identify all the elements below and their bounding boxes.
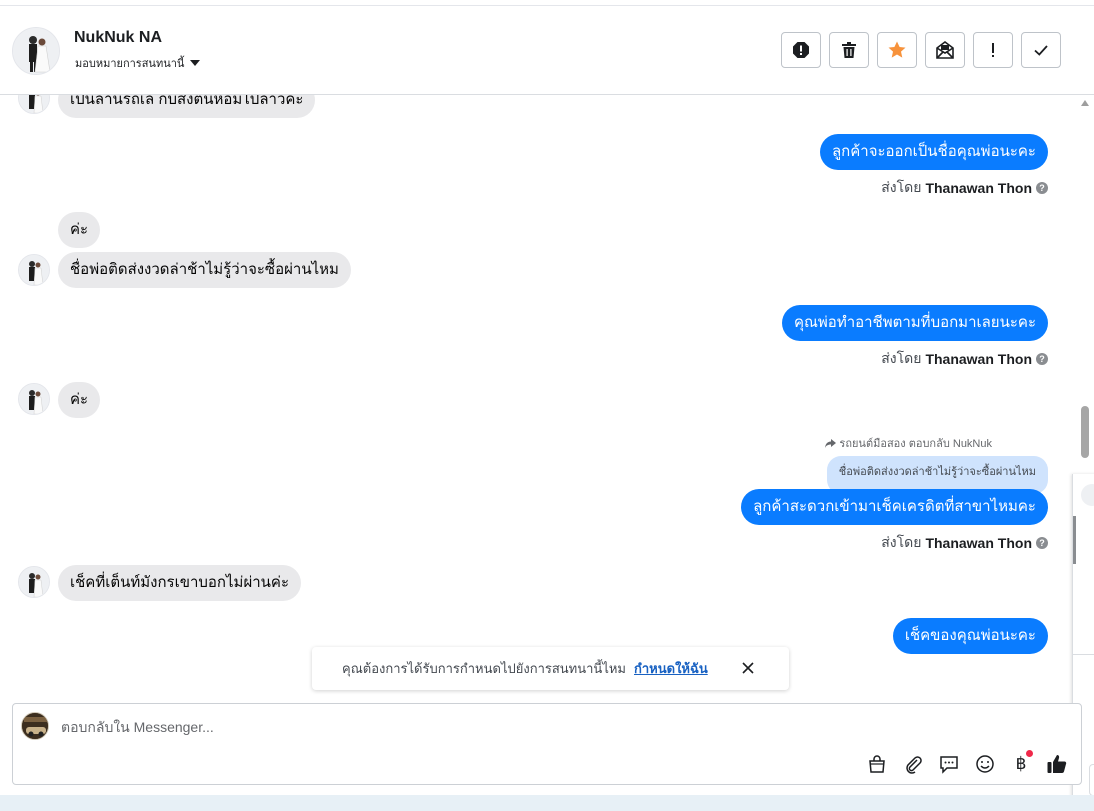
message-composer: ฿ [12, 703, 1082, 785]
star-icon [888, 41, 906, 58]
help-icon[interactable]: ? [1036, 182, 1048, 194]
message-bubble-outgoing[interactable]: ลูกค้าสะดวกเข้ามาเช็คเครดิตที่สาขาไหมคะ [741, 489, 1048, 525]
side-panel-divider [1073, 654, 1094, 655]
sent-by-label: ส่งโดย Thanawan Thon ? [881, 348, 1048, 370]
reply-meta-text: รถยนต์มือสอง ตอบกลับ NukNuk [839, 438, 992, 450]
mark-unread-button[interactable] [925, 32, 965, 68]
side-panel-avatar [1081, 484, 1094, 506]
shopping-bag-icon [869, 755, 885, 773]
scroll-up-arrow-icon[interactable] [1081, 100, 1089, 106]
message-bubble-incoming[interactable]: ค่ะ [58, 212, 101, 248]
contact-name[interactable]: NukNuk NA [74, 29, 162, 47]
help-icon[interactable]: ? [1036, 353, 1048, 365]
star-button[interactable] [877, 32, 917, 68]
baht-payment-icon: ฿ [1015, 754, 1027, 774]
caret-down-icon [190, 60, 201, 66]
follow-up-button[interactable] [973, 32, 1013, 68]
message-bubble-outgoing[interactable]: เช็คของคุณพ่อนะคะ [892, 618, 1048, 654]
mail-open-icon [936, 41, 954, 59]
reply-arrow-icon [825, 438, 837, 448]
alert-octagon-icon [793, 42, 809, 58]
spam-button[interactable] [781, 32, 821, 68]
composer-tools: ฿ [865, 750, 1069, 776]
side-panel-box[interactable] [1089, 764, 1094, 796]
sent-by-name: Thanawan Thon [925, 180, 1032, 196]
assign-to-me-link[interactable]: กำหนดให้ฉัน [634, 658, 708, 679]
assign-label: มอบหมายการสนทนานี้ [75, 58, 185, 70]
exclamation-icon [992, 43, 994, 57]
attach-button[interactable] [901, 752, 925, 776]
side-panel-scrollbar[interactable] [1073, 516, 1076, 564]
delete-button[interactable] [829, 32, 869, 68]
emoji-button[interactable] [973, 752, 997, 776]
customer-avatar [18, 254, 50, 286]
shop-button[interactable] [865, 752, 889, 776]
saved-reply-icon [940, 756, 958, 774]
page-avatar [21, 712, 49, 740]
paperclip-icon [906, 756, 922, 774]
message-bubble-incoming[interactable]: ค่ะ [58, 382, 101, 418]
message-bubble-incoming[interactable]: ชื่อพ่อติดส่งงวดล่าช้าไม่รู้ว่าจะซื้อผ่า… [58, 252, 351, 288]
sent-by-prefix: ส่งโดย [881, 179, 922, 195]
help-icon[interactable]: ? [1036, 537, 1048, 549]
sent-by-name: Thanawan Thon [925, 351, 1032, 367]
emoji-icon [976, 755, 994, 773]
bottom-strip [0, 795, 1094, 811]
message-bubble-outgoing[interactable]: คุณพ่อทำอาชีพตามที่บอกมาเลยนะคะ [781, 305, 1048, 341]
check-icon [1034, 45, 1048, 56]
contact-avatar[interactable] [12, 27, 60, 75]
assign-prompt-text: คุณต้องการได้รับการกำหนดไปยังการสนทนานี้… [342, 661, 626, 676]
message-thread[interactable]: เป็นลานรถเล กับสังตนหอมไปลาวคะ ลูกค้าจะอ… [0, 95, 1078, 655]
customer-avatar [18, 383, 50, 415]
message-bubble-incoming[interactable]: เป็นลานรถเล กับสังตนหอมไปลาวคะ [58, 95, 316, 118]
payment-button[interactable]: ฿ [1009, 750, 1033, 776]
message-bubble-outgoing[interactable]: ลูกค้าจะออกเป็นชื่อคุณพ่อนะคะ [819, 134, 1048, 170]
like-button[interactable] [1045, 752, 1069, 776]
conversation-header: NukNuk NA มอบหมายการสนทนานี้ [0, 6, 1094, 95]
assign-prompt-toast: คุณต้องการได้รับการกำหนดไปยังการสนทนานี้… [312, 647, 789, 690]
message-bubble-incoming[interactable]: เช็คที่เต็นท์มังกรเขาบอกไม่ผ่านค่ะ [58, 565, 301, 601]
thumbs-up-icon [1047, 755, 1067, 773]
sent-by-label: ส่งโดย Thanawan Thon ? [881, 532, 1048, 554]
mark-done-button[interactable] [1021, 32, 1061, 68]
assign-conversation-dropdown[interactable]: มอบหมายการสนทนานี้ [75, 54, 201, 72]
scrollbar-thumb[interactable] [1081, 406, 1089, 458]
conversation-actions [781, 32, 1061, 68]
customer-avatar [18, 95, 50, 114]
reply-meta: รถยนต์มือสอง ตอบกลับ NukNuk [824, 434, 992, 452]
reply-input[interactable] [61, 716, 961, 738]
sent-by-label: ส่งโดย Thanawan Thon ? [881, 177, 1048, 199]
sent-by-prefix: ส่งโดย [881, 350, 922, 366]
close-icon[interactable] [741, 661, 755, 675]
saved-replies-button[interactable] [937, 752, 961, 776]
notification-dot [1026, 750, 1033, 757]
customer-avatar [18, 566, 50, 598]
sent-by-name: Thanawan Thon [925, 535, 1032, 551]
sent-by-prefix: ส่งโดย [881, 534, 922, 550]
trash-icon [842, 42, 856, 58]
